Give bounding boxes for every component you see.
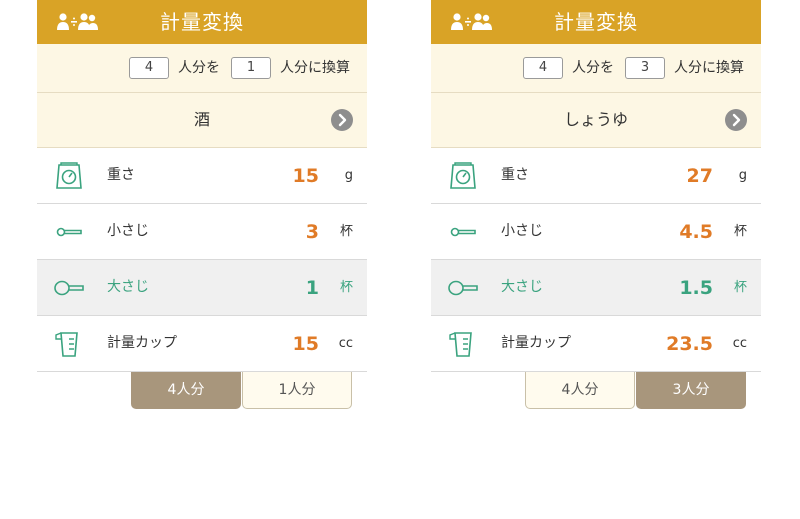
teaspoon-unit: 杯 bbox=[339, 224, 353, 239]
ingredient-name: 酒 bbox=[193, 110, 210, 129]
scale-icon bbox=[450, 162, 476, 189]
ingredient-selector[interactable]: しょうゆ bbox=[431, 93, 761, 148]
teaspoon-value: 4.5 bbox=[679, 221, 713, 243]
teaspoon-unit: 杯 bbox=[733, 224, 747, 239]
teaspoon-label: 小さじ bbox=[107, 223, 149, 239]
measuring-cup-icon bbox=[449, 332, 472, 357]
to-servings-input[interactable]: 1 bbox=[231, 57, 271, 79]
serving-convert-row: 4 人分を 3 人分に換算 bbox=[431, 44, 761, 93]
weight-unit: g bbox=[344, 168, 353, 183]
serving-convert-row: 4 人分を 1 人分に換算 bbox=[37, 44, 367, 93]
from-servings-label: 人分を bbox=[572, 60, 614, 76]
ingredient-selector[interactable]: 酒 bbox=[37, 93, 367, 148]
teaspoon-row: 小さじ 4.5 杯 bbox=[431, 204, 761, 260]
weight-row: 重さ 27 g bbox=[431, 148, 761, 204]
teaspoon-row: 小さじ 3 杯 bbox=[37, 204, 367, 260]
measuring-cup-row: 計量カップ 23.5 cc bbox=[431, 316, 761, 372]
converter-panel-right: 計量変換 4 人分を 3 人分に換算 しょうゆ 重さ 27 g 小さじ 4.5 … bbox=[431, 0, 761, 412]
tablespoon-icon bbox=[54, 280, 84, 296]
chevron-right-icon[interactable] bbox=[331, 109, 353, 131]
measuring-cup-label: 計量カップ bbox=[107, 335, 177, 351]
tablespoon-row: 大さじ 1.5 杯 bbox=[431, 260, 761, 316]
to-servings-label: 人分に換算 bbox=[674, 60, 744, 76]
tablespoon-label: 大さじ bbox=[501, 279, 543, 295]
weight-value: 27 bbox=[686, 165, 713, 187]
tablespoon-value: 1 bbox=[305, 277, 319, 299]
teaspoon-label: 小さじ bbox=[501, 223, 543, 239]
tab-original-servings[interactable]: 4人分 bbox=[131, 372, 241, 409]
weight-label: 重さ bbox=[501, 167, 529, 183]
from-servings-label: 人分を bbox=[178, 60, 220, 76]
tablespoon-row: 大さじ 1 杯 bbox=[37, 260, 367, 316]
weight-value: 15 bbox=[292, 165, 319, 187]
measuring-cup-label: 計量カップ bbox=[501, 335, 571, 351]
weight-row: 重さ 15 g bbox=[37, 148, 367, 204]
teaspoon-value: 3 bbox=[305, 221, 319, 243]
ingredient-name: しょうゆ bbox=[563, 110, 628, 129]
measuring-cup-value: 15 bbox=[292, 333, 319, 355]
weight-label: 重さ bbox=[107, 167, 135, 183]
from-servings-input[interactable]: 4 bbox=[129, 57, 169, 79]
weight-unit: g bbox=[738, 168, 747, 183]
page-title: 計量変換 bbox=[554, 10, 638, 34]
measuring-cup-unit: cc bbox=[338, 336, 353, 351]
teaspoon-icon bbox=[56, 227, 82, 237]
measuring-cup-row: 計量カップ 15 cc bbox=[37, 316, 367, 372]
tablespoon-unit: 杯 bbox=[339, 280, 353, 295]
tablespoon-unit: 杯 bbox=[733, 280, 747, 295]
page-title: 計量変換 bbox=[160, 10, 244, 34]
tablespoon-value: 1.5 bbox=[679, 277, 713, 299]
tab-converted-servings[interactable]: 3人分 bbox=[636, 372, 746, 409]
measuring-cup-value: 23.5 bbox=[666, 333, 713, 355]
tab-converted-servings[interactable]: 1人分 bbox=[242, 372, 352, 409]
tablespoon-label: 大さじ bbox=[107, 279, 149, 295]
measuring-cup-unit: cc bbox=[732, 336, 747, 351]
converter-panel-left: 計量変換 4 人分を 1 人分に換算 酒 重さ 15 g 小さじ 3 杯 大さじ… bbox=[37, 0, 367, 412]
teaspoon-icon bbox=[450, 227, 476, 237]
tablespoon-icon bbox=[448, 280, 478, 296]
from-servings-input[interactable]: 4 bbox=[523, 57, 563, 79]
tab-original-servings[interactable]: 4人分 bbox=[525, 372, 635, 409]
app-header: 計量変換 bbox=[37, 0, 367, 44]
scale-icon bbox=[56, 162, 82, 189]
to-servings-input[interactable]: 3 bbox=[625, 57, 665, 79]
to-servings-label: 人分に換算 bbox=[280, 60, 350, 76]
app-header: 計量変換 bbox=[431, 0, 761, 44]
measuring-cup-icon bbox=[55, 332, 78, 357]
chevron-right-icon[interactable] bbox=[725, 109, 747, 131]
